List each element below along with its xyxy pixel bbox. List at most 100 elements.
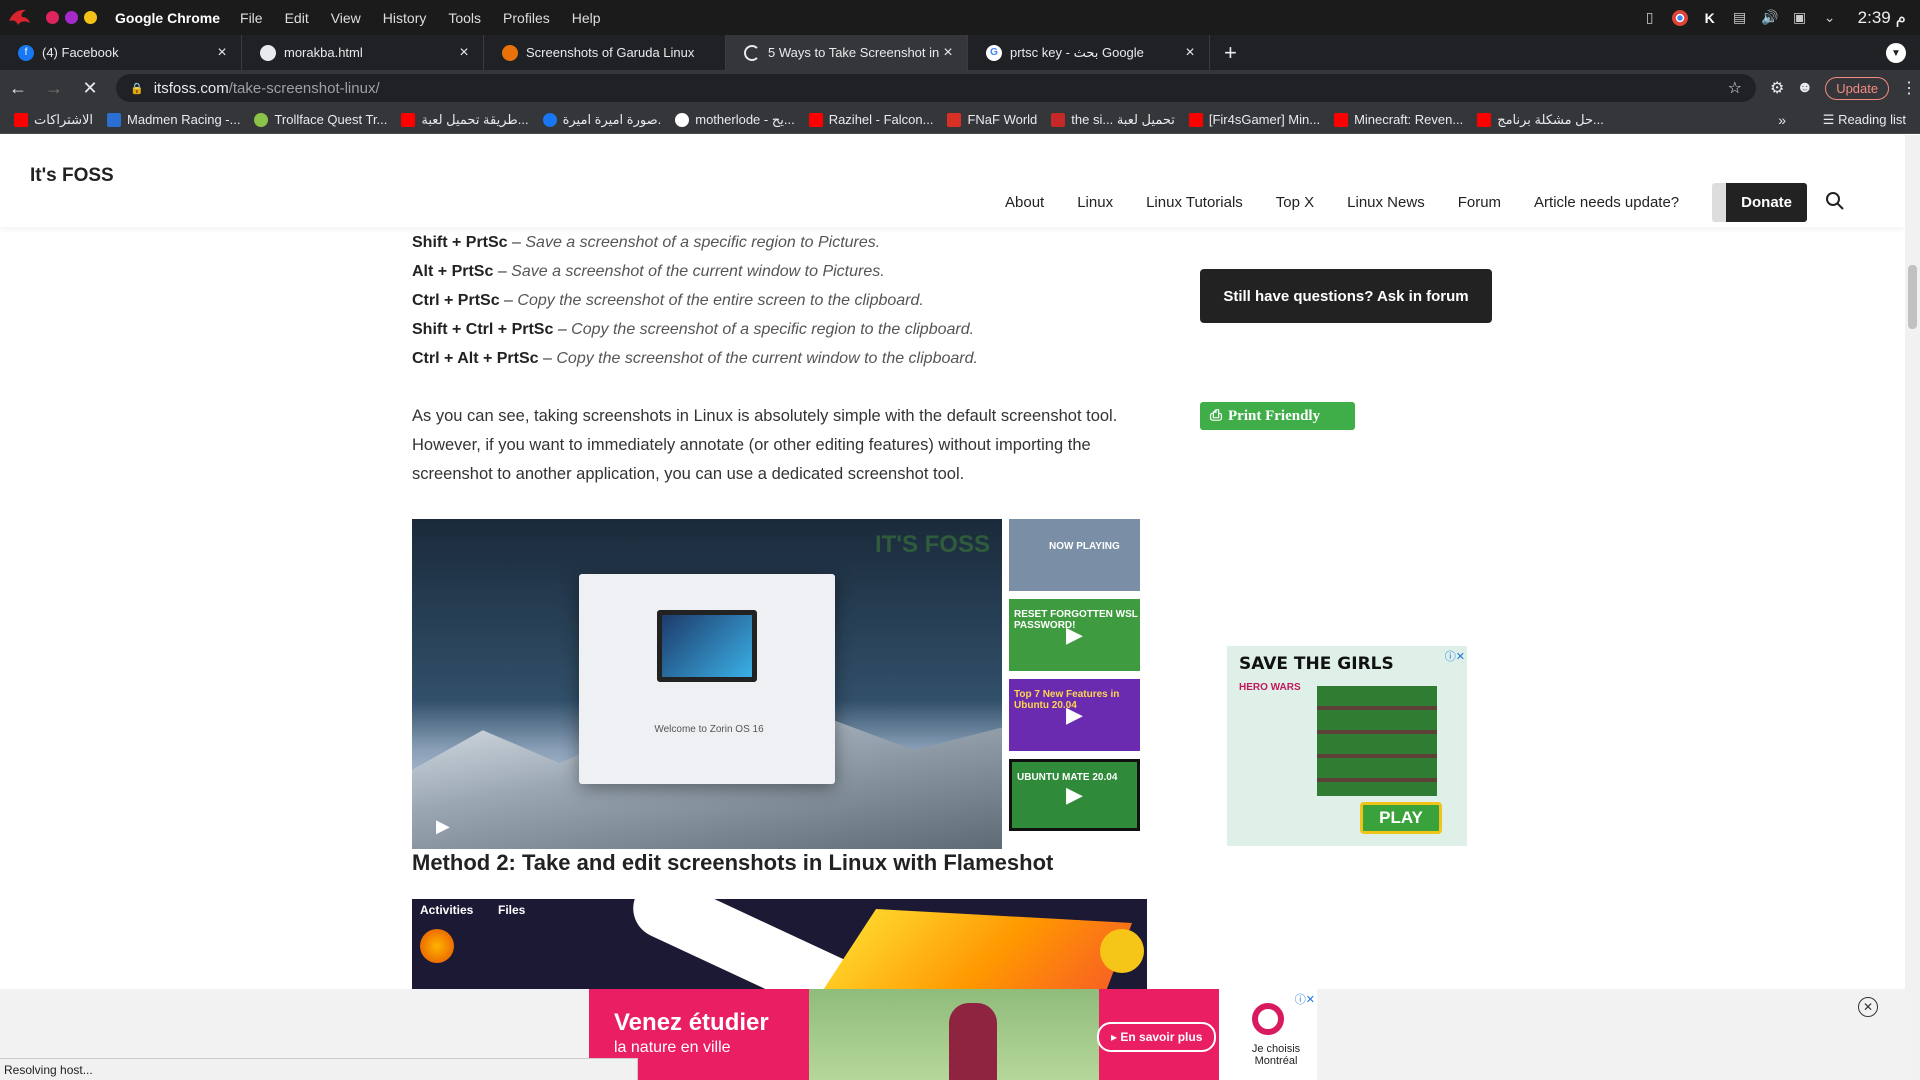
bookmark-item[interactable]: صورة اميرة اميرة. (542, 112, 661, 128)
search-icon[interactable] (1825, 191, 1845, 215)
clock[interactable]: 2:39 م (1858, 8, 1906, 28)
bookmark-star-icon[interactable]: ☆ (1728, 78, 1742, 98)
youtube-icon (1477, 112, 1492, 127)
ask-forum-button[interactable]: Still have questions? Ask in forum (1200, 269, 1492, 323)
scrollbar-thumb[interactable] (1908, 265, 1917, 329)
youtube-icon (808, 112, 823, 127)
menu-help[interactable]: Help (572, 10, 601, 26)
bookmark-item[interactable]: the si... تحميل لعبة (1051, 112, 1175, 128)
playlist-thumb[interactable]: NOW PLAYING (1009, 519, 1140, 591)
tab-google[interactable]: G prtsc key - بحث Google × (968, 35, 1210, 70)
tab-itsfoss[interactable]: 5 Ways to Take Screenshot in × (726, 35, 968, 70)
bookmark-item[interactable]: Razihel - Falcon... (808, 112, 933, 127)
close-tab-icon[interactable]: × (939, 44, 957, 62)
tab-search-icon[interactable]: ▼ (1886, 43, 1906, 63)
menu-view[interactable]: View (331, 10, 361, 26)
bookmark-label: FNaF World (967, 112, 1038, 127)
shortcut-line: Ctrl + PrtSc – Copy the screenshot of th… (412, 292, 924, 309)
bookmark-item[interactable]: الاشتراكات (14, 112, 93, 128)
more-menu-icon[interactable]: ⋮ (1901, 78, 1917, 98)
bookmark-item[interactable]: Madmen Racing -... (107, 112, 240, 127)
ad-close-icon[interactable]: ⓘ✕ (1445, 648, 1465, 664)
new-tab-button[interactable]: + (1224, 35, 1237, 70)
clipboard-icon[interactable]: ▤ (1730, 8, 1750, 28)
nav-top-x[interactable]: Top X (1276, 194, 1314, 211)
tab-title: prtsc key - بحث Google (1010, 44, 1144, 60)
menu-history[interactable]: History (383, 10, 427, 26)
shortcut-keys: Shift + PrtSc (412, 234, 508, 251)
close-tab-icon[interactable]: × (1181, 44, 1199, 62)
ad-close-icon[interactable]: ⓘ✕ (1295, 991, 1315, 1007)
maximize-window-button[interactable] (84, 11, 97, 24)
reading-list-button[interactable]: ☰ Reading list (1823, 112, 1906, 128)
nav-linux-tutorials[interactable]: Linux Tutorials (1146, 194, 1243, 211)
bookmark-item[interactable]: طريقة تحميل لعبة... (401, 111, 529, 128)
menu-edit[interactable]: Edit (285, 10, 309, 26)
bookmark-item[interactable]: Minecraft: Reven... (1334, 112, 1463, 127)
firefox-icon (420, 929, 454, 963)
address-bar[interactable]: 🔒 itsfoss.com/take-screenshot-linux/ ☆ (116, 74, 1756, 102)
bookmark-item[interactable]: Trollface Quest Tr... (254, 112, 387, 127)
ad-headline: SAVE THE GIRLS (1239, 654, 1394, 674)
ad-play-button[interactable]: PLAY (1360, 802, 1442, 834)
close-tab-icon[interactable]: × (213, 44, 231, 62)
chrome-icon[interactable] (1670, 8, 1690, 28)
bookmark-item[interactable]: motherlode - يح... (675, 112, 795, 128)
bottom-advertisement[interactable]: Venez étudier la nature en ville ▸ En sa… (589, 989, 1317, 1080)
lock-icon[interactable]: 🔒 (130, 82, 144, 95)
donate-button[interactable]: Donate (1712, 183, 1807, 222)
back-button[interactable]: ← (0, 78, 36, 99)
site-logo-title[interactable]: It's FOSS (30, 165, 114, 187)
nav-article-update[interactable]: Article needs update? (1534, 194, 1679, 211)
printer-icon: ⎙ (1210, 408, 1223, 424)
bookmark-label: [Fir4sGamer] Min... (1208, 112, 1321, 127)
tab-morakba[interactable]: morakba.html × (242, 35, 484, 70)
profile-avatar-icon[interactable]: ☻ (1796, 79, 1813, 97)
close-tab-icon[interactable]: × (455, 44, 473, 62)
extensions-icon[interactable]: ⚙ (1770, 78, 1784, 98)
more-bookmarks-icon[interactable]: » (1778, 112, 1786, 128)
page-scrollbar[interactable] (1905, 135, 1920, 1080)
forward-button[interactable]: → (36, 78, 72, 99)
nav-linux-news[interactable]: Linux News (1347, 194, 1425, 211)
stop-loading-button[interactable]: ✕ (72, 78, 108, 99)
bookmark-item[interactable]: FNaF World (947, 112, 1037, 127)
facebook-icon: f (18, 44, 34, 61)
nav-forum[interactable]: Forum (1458, 194, 1501, 211)
playlist-thumb[interactable]: RESET FORGOTTEN WSL PASSWORD! ▶ (1009, 599, 1140, 671)
loading-spinner-icon (744, 44, 760, 61)
playlist-thumb[interactable]: UBUNTU MATE 20.04 ▶ (1009, 759, 1140, 831)
ad-cta-button[interactable]: ▸ En savoir plus (1097, 1022, 1217, 1052)
google-icon (675, 112, 690, 127)
playlist-thumb[interactable]: Top 7 New Features in Ubuntu 20.04 ▶ (1009, 679, 1140, 751)
bookmark-label: طريقة تحميل لعبة... (421, 111, 529, 127)
garuda-logo-icon[interactable] (4, 3, 34, 33)
tab-facebook[interactable]: f (4) Facebook × (0, 35, 242, 70)
close-ad-button[interactable]: ✕ (1858, 997, 1878, 1017)
play-icon[interactable]: ▶ (436, 816, 450, 837)
notification-icon[interactable]: ▯ (1640, 8, 1660, 28)
menu-tools[interactable]: Tools (448, 10, 481, 26)
side-advertisement[interactable]: SAVE THE GIRLS HERO WARS PLAY ⓘ✕ (1227, 646, 1467, 846)
menu-file[interactable]: File (240, 10, 263, 26)
bookmark-item[interactable]: [Fir4sGamer] Min... (1188, 112, 1321, 127)
network-icon[interactable]: ▣ (1790, 8, 1810, 28)
print-friendly-button[interactable]: ⎙ Print Friendly (1200, 402, 1355, 430)
update-button[interactable]: Update (1825, 76, 1890, 100)
nav-about[interactable]: About (1005, 194, 1044, 211)
close-window-button[interactable] (46, 11, 59, 24)
video-player[interactable]: Welcome to Zorin OS 16 IT'S FOSS ▶ (412, 519, 1002, 849)
volume-icon[interactable]: 🔊 (1760, 8, 1780, 28)
tab-garuda[interactable]: Screenshots of Garuda Linux (484, 35, 726, 70)
bookmark-item[interactable]: حل مشكلة برنامج... (1477, 112, 1604, 128)
chevron-down-icon[interactable]: ⌄ (1820, 8, 1840, 28)
k-app-icon[interactable]: K (1700, 8, 1720, 28)
menu-profiles[interactable]: Profiles (503, 10, 550, 26)
tab-strip: f (4) Facebook × morakba.html × Screensh… (0, 35, 1920, 70)
app-name[interactable]: Google Chrome (115, 10, 220, 26)
minimize-window-button[interactable] (65, 11, 78, 24)
bookmark-label: Madmen Racing -... (127, 112, 241, 127)
shortcut-desc: Save a screenshot of the current window … (511, 263, 885, 280)
nav-linux[interactable]: Linux (1077, 194, 1113, 211)
google-icon: G (986, 44, 1002, 61)
